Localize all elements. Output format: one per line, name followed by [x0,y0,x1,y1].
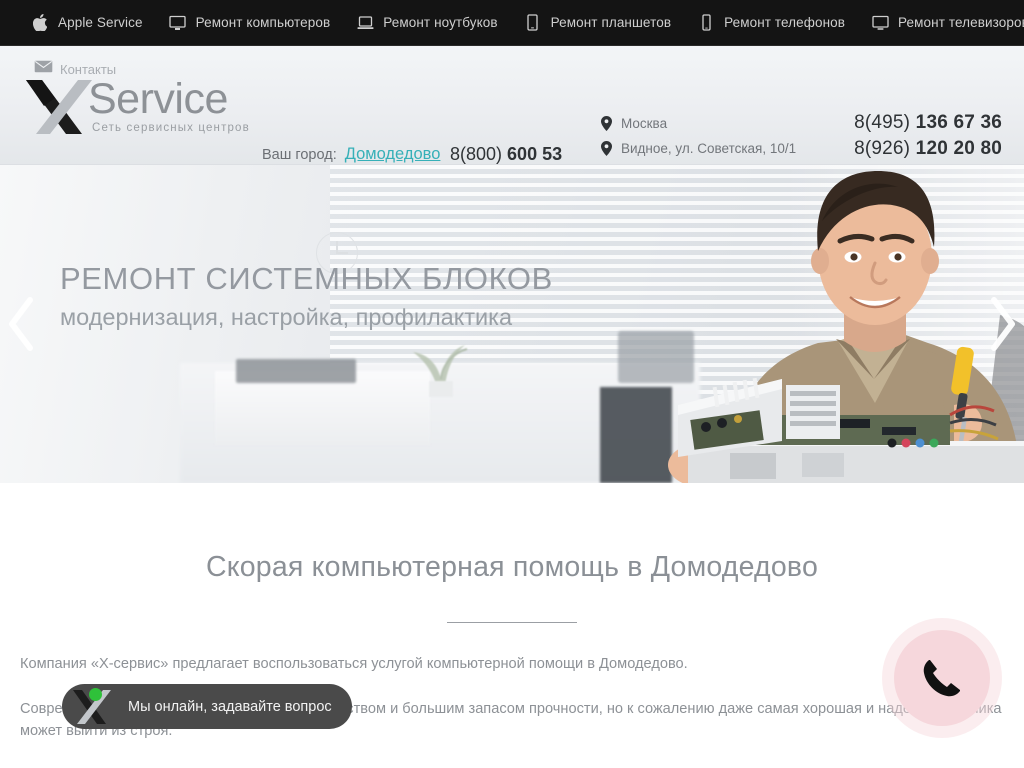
hero-prev-button[interactable] [2,292,42,356]
map-pin-icon [601,116,612,131]
logo-wordmark: Service [88,75,228,123]
hero-text-block: РЕМОНТ СИСТЕМНЫХ БЛОКОВ модернизация, на… [60,261,553,331]
hero-title: РЕМОНТ СИСТЕМНЫХ БЛОКОВ [60,261,553,296]
city-selector[interactable]: Ваш город: Домодедово [262,145,440,164]
address-text: Москва [621,116,668,131]
logo-tagline: Сеть сервисных центров [92,122,250,134]
nav-item-computer-repair[interactable]: Ремонт компьютеров [156,0,344,46]
hero-slider: РЕМОНТ СИСТЕМНЫХ БЛОКОВ модернизация, на… [0,165,1024,483]
phone-main: 136 67 36 [915,112,1002,133]
phone-row[interactable]: 8(495) 136 67 36 [854,110,1002,136]
apple-icon [31,13,49,33]
hero-next-button[interactable] [982,292,1022,356]
phone-row[interactable]: 8(926) 120 20 80 [854,136,1002,162]
site-logo[interactable]: Контакты Service Сеть сервисных центров [16,52,256,152]
intro-paragraph: Компания «X-сервис» предлагает воспользо… [20,656,688,672]
envelope-icon [34,60,53,78]
address-row[interactable]: Москва [601,111,796,136]
city-phone-prefix: 8(800) [450,144,508,164]
city-label: Ваш город: [262,147,337,163]
online-chat-widget[interactable]: Мы онлайн, задавайте вопрос [62,684,352,729]
phone-handset-icon [923,660,960,697]
tablet-icon [524,13,542,33]
city-phone-main: 600 53 [507,144,563,164]
nav-item-label: Apple Service [58,15,143,30]
hero-subtitle: модернизация, настройка, профилактика [60,304,513,330]
call-back-button[interactable] [882,618,1002,738]
city-value-link[interactable]: Домодедово [345,145,441,164]
phone-main: 120 20 80 [915,138,1002,159]
phone-prefix: 8(926) [854,138,916,159]
nav-item-label: Ремонт планшетов [550,15,672,30]
address-text: Видное, ул. Советская, 10/1 [621,141,797,156]
title-divider [447,622,577,623]
phone-device-icon [697,13,715,33]
city-phone[interactable]: 8(800) 600 53 [450,144,562,165]
nav-item-tablet-repair[interactable]: Ремонт планшетов [511,0,684,46]
nav-item-phone-repair[interactable]: Ремонт телефонов [684,0,858,46]
nav-item-label: Ремонт ноутбуков [383,15,498,30]
contacts-link[interactable]: Контакты [34,60,116,78]
nav-item-label: Ремонт компьютеров [195,15,331,30]
nav-item-tv-repair[interactable]: Ремонт телевизоров [858,0,1024,46]
address-row[interactable]: Видное, ул. Советская, 10/1 [601,136,796,161]
chat-message-text: Мы онлайн, задавайте вопрос [128,698,332,715]
page-title: Скорая компьютерная помощь в Домодедово [205,551,818,583]
x-logo-mark-icon [26,80,92,134]
nav-item-laptop-repair[interactable]: Ремонт ноутбуков [343,0,510,46]
nav-item-label: Ремонт телевизоров [898,15,1024,30]
contacts-label: Контакты [60,61,117,77]
nav-item-apple-service[interactable]: Apple Service [18,0,156,46]
top-navigation-bar: Apple Service Ремонт компьютеров Ремонт … [0,0,1024,46]
site-header: Контакты Service Сеть сервисных центров … [0,46,1024,185]
phone-prefix: 8(495) [854,112,916,133]
laptop-icon [356,13,374,33]
nav-item-label: Ремонт телефонов [724,15,846,30]
map-pin-icon [601,141,612,156]
chevron-left-icon [9,297,33,351]
chevron-right-icon [991,297,1015,351]
online-status-dot [89,688,102,701]
desktop-monitor-icon [169,13,187,33]
tv-icon [871,13,889,33]
